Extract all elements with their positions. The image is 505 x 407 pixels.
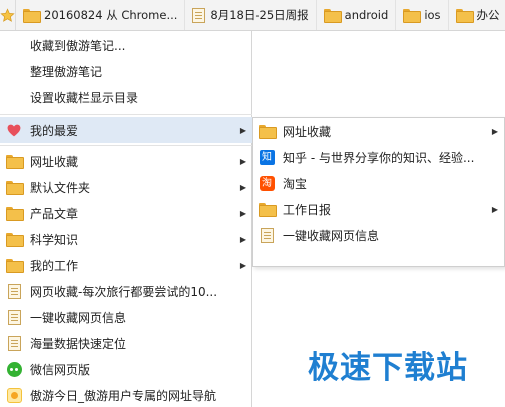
folder-icon [259, 125, 277, 139]
bookmark-label: android [344, 8, 389, 22]
submenu-arrow-icon: ▶ [239, 182, 246, 192]
menu-item-label: 默认文件夹 [30, 180, 91, 195]
bookmark-star-button[interactable] [0, 0, 16, 30]
bookmark-label: 20160824 从 Chrome... [44, 8, 178, 22]
watermark: 极速下载站 [308, 350, 468, 386]
menu-item-label: 网址收藏 [30, 154, 79, 169]
menu-item-label: 我的工作 [30, 258, 79, 273]
page-icon [7, 335, 21, 351]
menu-item-data-locate[interactable]: 海量数据快速定位 [0, 330, 252, 356]
star-icon [0, 7, 15, 22]
folder-icon [6, 207, 24, 221]
menu-item-label: 产品文章 [30, 206, 79, 221]
menu-item-label: 科学知识 [30, 232, 79, 247]
bookmark-weekly-report[interactable]: 8月18日-25日周报 [185, 0, 317, 30]
menu-item-label: 一键收藏网页信息 [30, 310, 127, 325]
submenu-arrow-icon: ▶ [239, 208, 246, 218]
submenu-item-one-click-save[interactable]: 一键收藏网页信息 [253, 222, 504, 248]
wechat-icon [6, 361, 22, 377]
menu-item-my-work[interactable]: 我的工作 ▶ [0, 252, 252, 278]
bookmarks-bar: 20160824 从 Chrome... 8月18日-25日周报 android… [0, 0, 505, 31]
menu-item-label: 设置收藏栏显示目录 [30, 90, 139, 105]
submenu-item-label: 一键收藏网页信息 [283, 228, 380, 243]
submenu-item-label: 网址收藏 [283, 124, 332, 139]
folder-icon [323, 9, 342, 23]
menu-separator [0, 145, 252, 146]
page-icon [260, 227, 274, 243]
page-icon [7, 309, 21, 325]
menu-item-one-click-save[interactable]: 一键收藏网页信息 [0, 304, 252, 330]
menu-item-favorites[interactable]: 我的最爱 ▶ [0, 117, 252, 143]
folder-icon [6, 155, 24, 169]
submenu-item-label: 工作日报 [283, 202, 332, 217]
favorites-submenu: 网址收藏 ▶ 知 知乎 - 与世界分享你的知识、经验... 淘 淘宝 工作日报 … [252, 117, 505, 267]
bookmark-label: ios [424, 8, 441, 22]
bookmark-label: 8月18日-25日周报 [210, 8, 309, 22]
menu-item-product-articles[interactable]: 产品文章 ▶ [0, 200, 252, 226]
page-icon [7, 283, 21, 299]
bookmark-label: 办公 [476, 8, 500, 22]
bookmark-folder-chrome[interactable]: 20160824 从 Chrome... [16, 0, 186, 30]
bookmark-folder-android[interactable]: android [317, 0, 397, 30]
menu-item-travel-page[interactable]: 网页收藏-每次旅行都要尝试的10... [0, 278, 252, 304]
menu-item-science[interactable]: 科学知识 ▶ [0, 226, 252, 252]
folder-icon [6, 181, 24, 195]
folder-icon [403, 9, 422, 23]
submenu-item-label: 淘宝 [283, 176, 308, 191]
sun-icon [6, 387, 22, 403]
menu-item-default-folder[interactable]: 默认文件夹 ▶ [0, 174, 252, 200]
bookmark-folder-office[interactable]: 办公 [449, 0, 505, 30]
submenu-arrow-icon: ▶ [491, 204, 498, 214]
menu-item-label: 网页收藏-每次旅行都要尝试的10... [30, 284, 218, 299]
folder-icon [6, 259, 24, 273]
menu-item-wechat-web[interactable]: 微信网页版 [0, 356, 252, 382]
submenu-item-url-bookmarks[interactable]: 网址收藏 ▶ [253, 118, 504, 144]
menu-item-label: 我的最爱 [30, 123, 79, 138]
submenu-arrow-icon: ▶ [239, 260, 246, 270]
bookmark-dropdown-menu: 收藏到傲游笔记... 整理傲游笔记 设置收藏栏显示目录 我的最爱 ▶ 网址收藏 … [0, 31, 252, 407]
menu-separator [0, 114, 252, 115]
submenu-arrow-icon: ▶ [239, 156, 246, 166]
submenu-item-label: 知乎 - 与世界分享你的知识、经验... [283, 150, 475, 165]
menu-item-label: 收藏到傲游笔记... [30, 38, 126, 53]
menu-item-label: 微信网页版 [30, 362, 91, 377]
submenu-arrow-icon: ▶ [239, 234, 246, 244]
menu-item-label: 整理傲游笔记 [30, 64, 103, 79]
zhihu-icon: 知 [259, 149, 275, 165]
submenu-arrow-icon: ▶ [491, 126, 498, 136]
heart-icon [6, 122, 22, 138]
bookmark-folder-ios[interactable]: ios [396, 0, 449, 30]
menu-item-label: 傲游今日_傲游用户专属的网址导航 [30, 388, 217, 403]
folder-icon [455, 9, 474, 23]
submenu-item-work-daily[interactable]: 工作日报 ▶ [253, 196, 504, 222]
submenu-arrow-icon: ▶ [239, 125, 246, 135]
menu-item-save-to-note[interactable]: 收藏到傲游笔记... [0, 32, 252, 58]
folder-icon [23, 9, 41, 23]
submenu-item-taobao[interactable]: 淘 淘宝 [253, 170, 504, 196]
page-icon [192, 7, 206, 23]
menu-item-bar-settings[interactable]: 设置收藏栏显示目录 [0, 84, 252, 110]
submenu-item-zhihu[interactable]: 知 知乎 - 与世界分享你的知识、经验... [253, 144, 504, 170]
folder-icon [259, 203, 277, 217]
menu-item-label: 海量数据快速定位 [30, 336, 127, 351]
menu-item-url-bookmarks[interactable]: 网址收藏 ▶ [0, 148, 252, 174]
folder-icon [6, 233, 24, 247]
menu-item-organize-notes[interactable]: 整理傲游笔记 [0, 58, 252, 84]
taobao-icon: 淘 [259, 175, 275, 191]
menu-item-maxthon-today[interactable]: 傲游今日_傲游用户专属的网址导航 [0, 382, 252, 407]
